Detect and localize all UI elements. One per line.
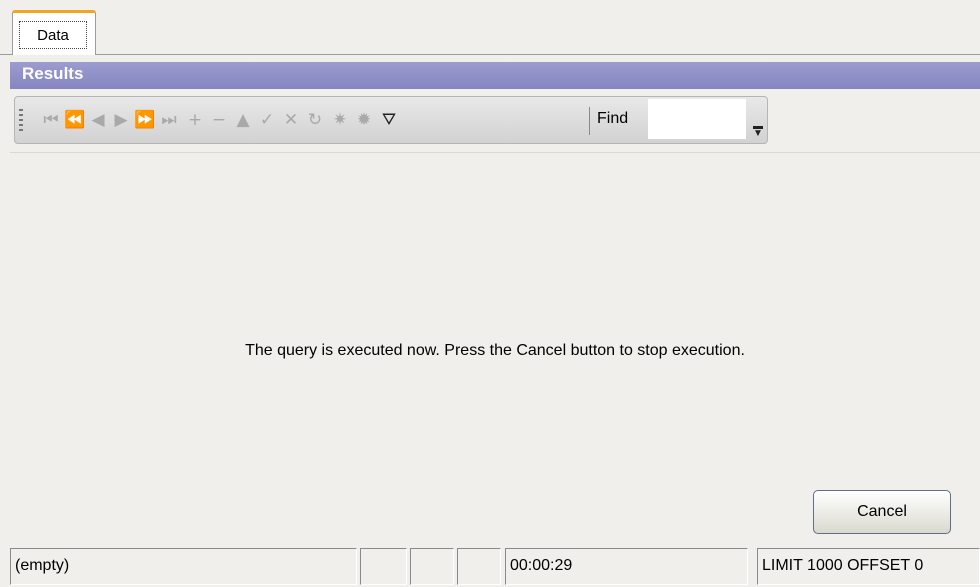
toolbar-separator [589,107,590,135]
apply-button[interactable]: ✷ [328,108,350,132]
status-elapsed-time: 00:00:29 [505,548,748,585]
cancel-edit-button[interactable]: ✕ [279,108,301,132]
execution-message: The query is executed now. Press the Can… [245,342,745,359]
find-label: Find [597,110,629,127]
next-page-button[interactable]: ⏩ [133,108,155,132]
prior-record-button[interactable]: ◀ [86,108,108,132]
prior-page-button[interactable]: ⏪ [63,108,85,132]
cancel-button[interactable]: Cancel [813,490,951,534]
refresh-button[interactable]: ↻ [303,108,325,132]
status-state: (empty) [10,548,357,585]
next-record-button[interactable]: ▶ [109,108,131,132]
toolbar-overflow-chevron-icon[interactable]: ▬ ▼ [753,122,763,139]
apply-all-button[interactable]: ✹ [352,108,374,132]
tab-strip: Data [0,0,980,56]
status-bar: (empty) 00:00:29 LIMIT 1000 OFFSET 0 [0,548,980,587]
navigator-toolbar: ⏮ ⏪ ◀ ▶ ⏩ ⏭ + − ▲ ✓ ✕ ↻ ✷ ✹ ⛛ Find ▬ ▼ [14,96,768,144]
tab-data[interactable]: Data [12,10,96,55]
find-input[interactable] [648,99,746,139]
delete-record-button[interactable]: − [207,108,229,132]
post-edit-button[interactable]: ✓ [255,108,277,132]
status-cell-2 [410,548,454,585]
status-cell-1 [360,548,407,585]
toolbar-grip[interactable] [19,109,23,131]
status-limit: LIMIT 1000 OFFSET 0 [757,548,980,585]
edit-record-button[interactable]: ▲ [231,108,253,132]
status-cell-3 [457,548,501,585]
tab-strip-line [0,54,980,55]
last-record-button[interactable]: ⏭ [157,108,179,132]
results-panel-title: Results [10,62,980,89]
filter-button[interactable]: ⛛ [377,108,399,132]
first-record-button[interactable]: ⏮ [39,108,61,132]
tab-data-label: Data [19,21,87,49]
insert-record-button[interactable]: + [183,108,205,132]
results-content-area: The query is executed now. Press the Can… [10,152,980,547]
